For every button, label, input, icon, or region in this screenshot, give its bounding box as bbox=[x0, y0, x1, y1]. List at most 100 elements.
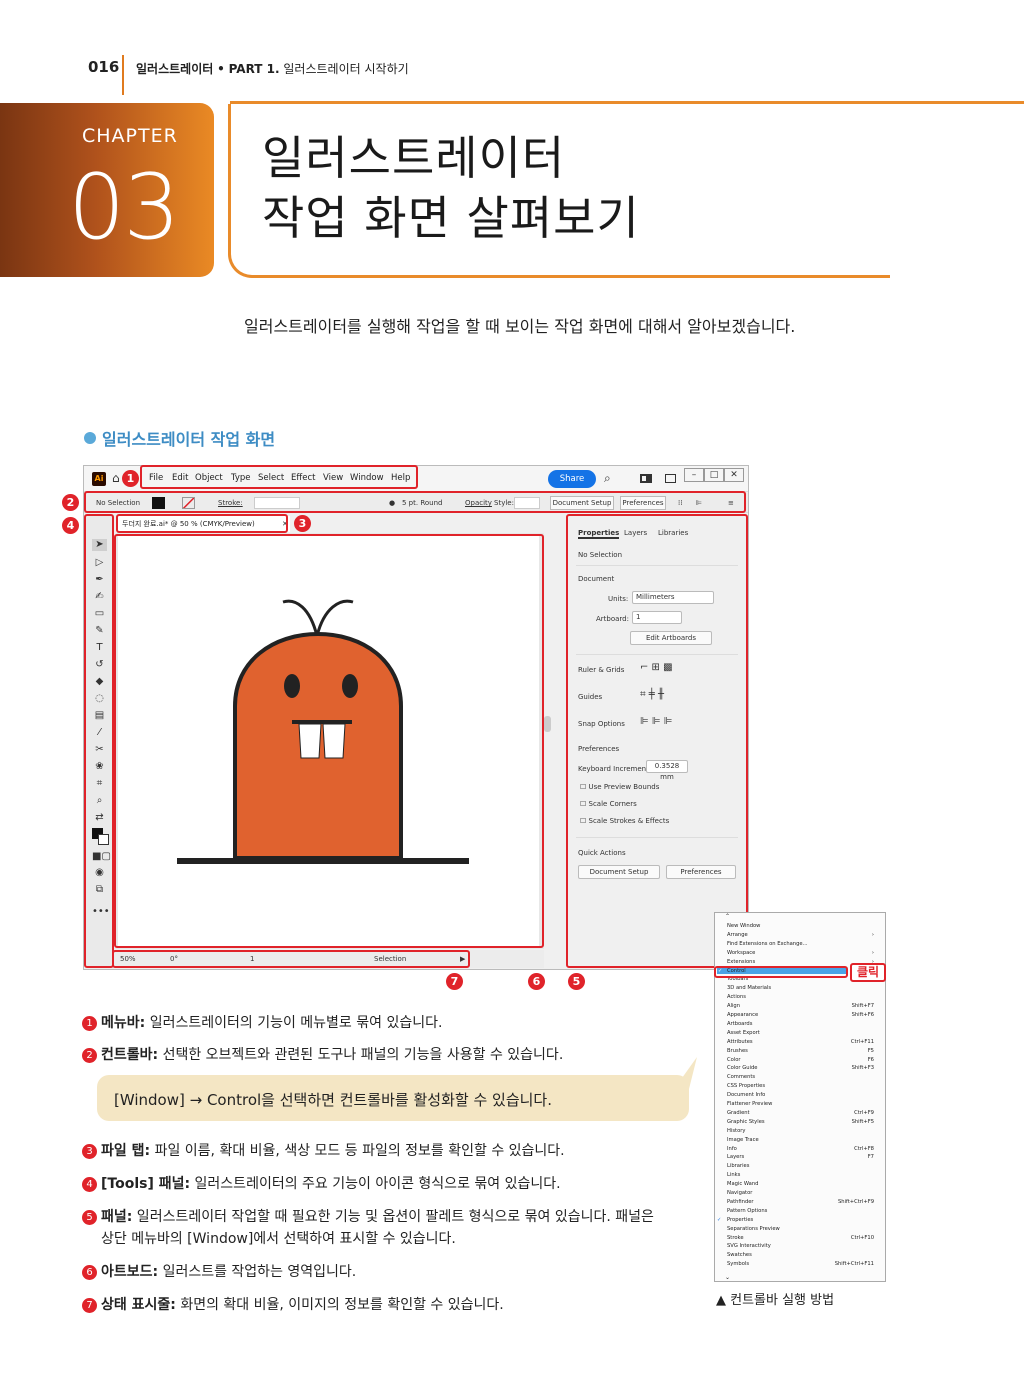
window-menu-item[interactable]: 3D and Materials bbox=[727, 985, 882, 991]
running-header: 일러스트레이터 • PART 1. 일러스트레이터 시작하기 bbox=[136, 60, 409, 77]
window-menu-item-shortcut: Shift+F3 bbox=[851, 1065, 874, 1072]
window-menu-item[interactable]: Brushes F5 bbox=[727, 1048, 882, 1054]
minimize-icon[interactable]: – bbox=[684, 468, 704, 482]
window-menu-item[interactable]: Arrange › bbox=[727, 932, 882, 938]
window-menu-item-label: New Window bbox=[727, 923, 761, 929]
window-menu-item[interactable]: SVG Interactivity bbox=[727, 1243, 882, 1249]
controlbar-highlight bbox=[84, 491, 746, 513]
window-menu-item[interactable]: CSS Properties bbox=[727, 1083, 882, 1089]
tip-text: [Window] → Control을 선택하면 컨트롤바를 활성화할 수 있습… bbox=[114, 1091, 552, 1109]
window-menu-item[interactable]: Stroke Ctrl+F10 bbox=[727, 1235, 882, 1241]
window-menu-item[interactable]: Pathfinder Shift+Ctrl+F9 bbox=[727, 1199, 882, 1205]
window-menu-item-label: Stroke bbox=[727, 1234, 744, 1241]
checkmark-icon: ✓ bbox=[717, 1216, 722, 1223]
window-menu-item[interactable]: Color F6 bbox=[727, 1057, 882, 1063]
window-menu-item-shortcut: Ctrl+F8 bbox=[854, 1145, 874, 1152]
search-icon[interactable]: ⌕ bbox=[604, 471, 611, 486]
window-menu-item-label: Info bbox=[727, 1145, 737, 1152]
chapter-label: CHAPTER bbox=[82, 125, 178, 147]
window-menu-item[interactable]: Separations Preview bbox=[727, 1226, 882, 1232]
section-bullet bbox=[84, 432, 96, 444]
window-menu-item[interactable]: Find Extensions on Exchange... bbox=[727, 941, 882, 947]
scroll-down-icon[interactable]: ⌄ bbox=[725, 1274, 730, 1281]
marker-3: 3 bbox=[294, 515, 311, 532]
window-menu-item-label: Actions bbox=[727, 994, 746, 1001]
window-menu-item[interactable]: Comments bbox=[727, 1074, 882, 1080]
window-menu-item[interactable]: Links bbox=[727, 1172, 882, 1178]
desc-num: 2 bbox=[82, 1048, 97, 1063]
window-menu-item-shortcut: Ctrl+F11 bbox=[850, 1038, 874, 1045]
home-icon[interactable]: ⌂ bbox=[112, 472, 120, 484]
desc-text: 선택한 오브젝트와 관련된 도구나 패널의 기능을 사용할 수 있습니다. bbox=[158, 1047, 564, 1063]
tip-tail bbox=[677, 1057, 697, 1089]
click-label: 클릭 bbox=[850, 963, 886, 982]
window-menu-item-label: Comments bbox=[727, 1074, 756, 1081]
marker-2: 2 bbox=[62, 494, 79, 511]
desc-item-5: 5 패널: 일러스트레이터 작업할 때 필요한 기능 및 옵션이 팔레트 형식으로… bbox=[82, 1206, 654, 1226]
desc-item-5-cont: 상단 메뉴바의 [Window]에서 선택하여 표시할 수 있습니다. bbox=[101, 1231, 456, 1247]
desc-num: 1 bbox=[82, 1016, 97, 1031]
window-menu-item-shortcut: Shift+Ctrl+F9 bbox=[838, 1198, 874, 1205]
window-menu-item[interactable]: New Window bbox=[727, 923, 882, 929]
chapter-title: 일러스트레이터 작업 화면 살펴보기 bbox=[262, 128, 640, 248]
window-menu-item[interactable]: Artboards bbox=[727, 1021, 882, 1027]
window-menu-item[interactable]: Magic Wand bbox=[727, 1181, 882, 1187]
window-menu-item-shortcut: F6 bbox=[867, 1056, 874, 1063]
window-menu-item-label: Color Guide bbox=[727, 1065, 758, 1072]
window-menu-item[interactable]: Pattern Options bbox=[727, 1208, 882, 1214]
window-menu-item[interactable]: Color Guide Shift+F3 bbox=[727, 1065, 882, 1071]
window-menu-item-shortcut: Shift+F6 bbox=[851, 1012, 874, 1018]
window-menu-item[interactable]: Layers F7 bbox=[727, 1154, 882, 1160]
window-menu-item[interactable]: Asset Export bbox=[727, 1030, 882, 1036]
window-menu-item[interactable]: Graphic Styles Shift+F5 bbox=[727, 1119, 882, 1125]
window-menu-item[interactable]: Image Trace bbox=[727, 1137, 882, 1143]
window-menu-item-label: Arrange bbox=[727, 931, 748, 938]
arrange-icon[interactable] bbox=[640, 474, 652, 483]
window-menu-item[interactable]: ✓ Properties bbox=[717, 1217, 882, 1223]
desc-item-1: 1 메뉴바: 일러스트레이터의 기능이 메뉴별로 묶여 있습니다. bbox=[82, 1012, 442, 1032]
window-menu-item-label: Links bbox=[727, 1172, 741, 1179]
window-menu-item-label: History bbox=[727, 1127, 746, 1134]
window-menu-item-label: Pattern Options bbox=[727, 1207, 768, 1214]
window-menu-item[interactable]: Navigator bbox=[727, 1190, 882, 1196]
canvas-scroll-handle[interactable] bbox=[544, 716, 551, 732]
share-button[interactable]: Share bbox=[548, 470, 596, 488]
chapter-title-line1: 일러스트레이터 bbox=[262, 131, 566, 185]
chapter-title-line2: 작업 화면 살펴보기 bbox=[262, 191, 640, 245]
window-menu-item-label: Find Extensions on Exchange... bbox=[727, 940, 808, 947]
window-menu-item-label: Magic Wand bbox=[727, 1181, 759, 1188]
window-menu-item[interactable]: Align Shift+F7 bbox=[727, 1003, 882, 1009]
window-menu-item[interactable]: Info Ctrl+F8 bbox=[727, 1146, 882, 1152]
menubar-highlight bbox=[140, 465, 418, 489]
maximize-icon[interactable]: □ bbox=[704, 468, 724, 482]
chapter-number: 03 bbox=[68, 155, 181, 260]
section-title: 일러스트레이터 작업 화면 bbox=[102, 430, 276, 449]
marker-6: 6 bbox=[528, 973, 545, 990]
window-menu-item[interactable]: Actions bbox=[727, 994, 882, 1000]
artboard-highlight bbox=[114, 534, 544, 948]
window-menu-item[interactable]: History bbox=[727, 1128, 882, 1134]
window-menu-item[interactable]: Workspace › bbox=[727, 950, 882, 956]
scroll-up-icon[interactable]: ⌃ bbox=[725, 913, 730, 920]
desc-title: 파일 탭: bbox=[101, 1143, 151, 1159]
window-menu-item-shortcut: Ctrl+F9 bbox=[854, 1109, 874, 1116]
window-menu-item-shortcut: Shift+Ctrl+F11 bbox=[834, 1261, 874, 1268]
window-menu-item[interactable]: Document Info bbox=[727, 1092, 882, 1098]
desc-title: 메뉴바: bbox=[101, 1015, 146, 1031]
window-menu-item[interactable]: Appearance Shift+F6 bbox=[727, 1012, 882, 1018]
window-menu-item[interactable]: Swatches bbox=[727, 1252, 882, 1258]
desc-text: 일러스트레이터의 주요 기능이 아이콘 형식으로 묶여 있습니다. bbox=[190, 1176, 561, 1192]
close-icon[interactable]: ✕ bbox=[724, 468, 744, 482]
window-menu-item[interactable]: Libraries bbox=[727, 1163, 882, 1169]
window-menu-item[interactable]: Gradient Ctrl+F9 bbox=[727, 1110, 882, 1116]
window-menu-item[interactable]: Flattener Preview bbox=[727, 1101, 882, 1107]
window-menu-item[interactable]: Attributes Ctrl+F11 bbox=[727, 1039, 882, 1045]
window-menu-item[interactable]: Symbols Shift+Ctrl+F11 bbox=[727, 1261, 882, 1267]
desc-text: 일러스트레이터 작업할 때 필요한 기능 및 옵션이 팔레트 형식으로 묶여 있… bbox=[132, 1209, 654, 1225]
panel-highlight bbox=[566, 514, 748, 968]
panel-icon[interactable] bbox=[665, 474, 676, 483]
book-title: 일러스트레이터 bbox=[136, 62, 214, 76]
desc-num: 3 bbox=[82, 1144, 97, 1159]
filetab-highlight bbox=[116, 514, 288, 533]
desc-num: 7 bbox=[82, 1298, 97, 1313]
